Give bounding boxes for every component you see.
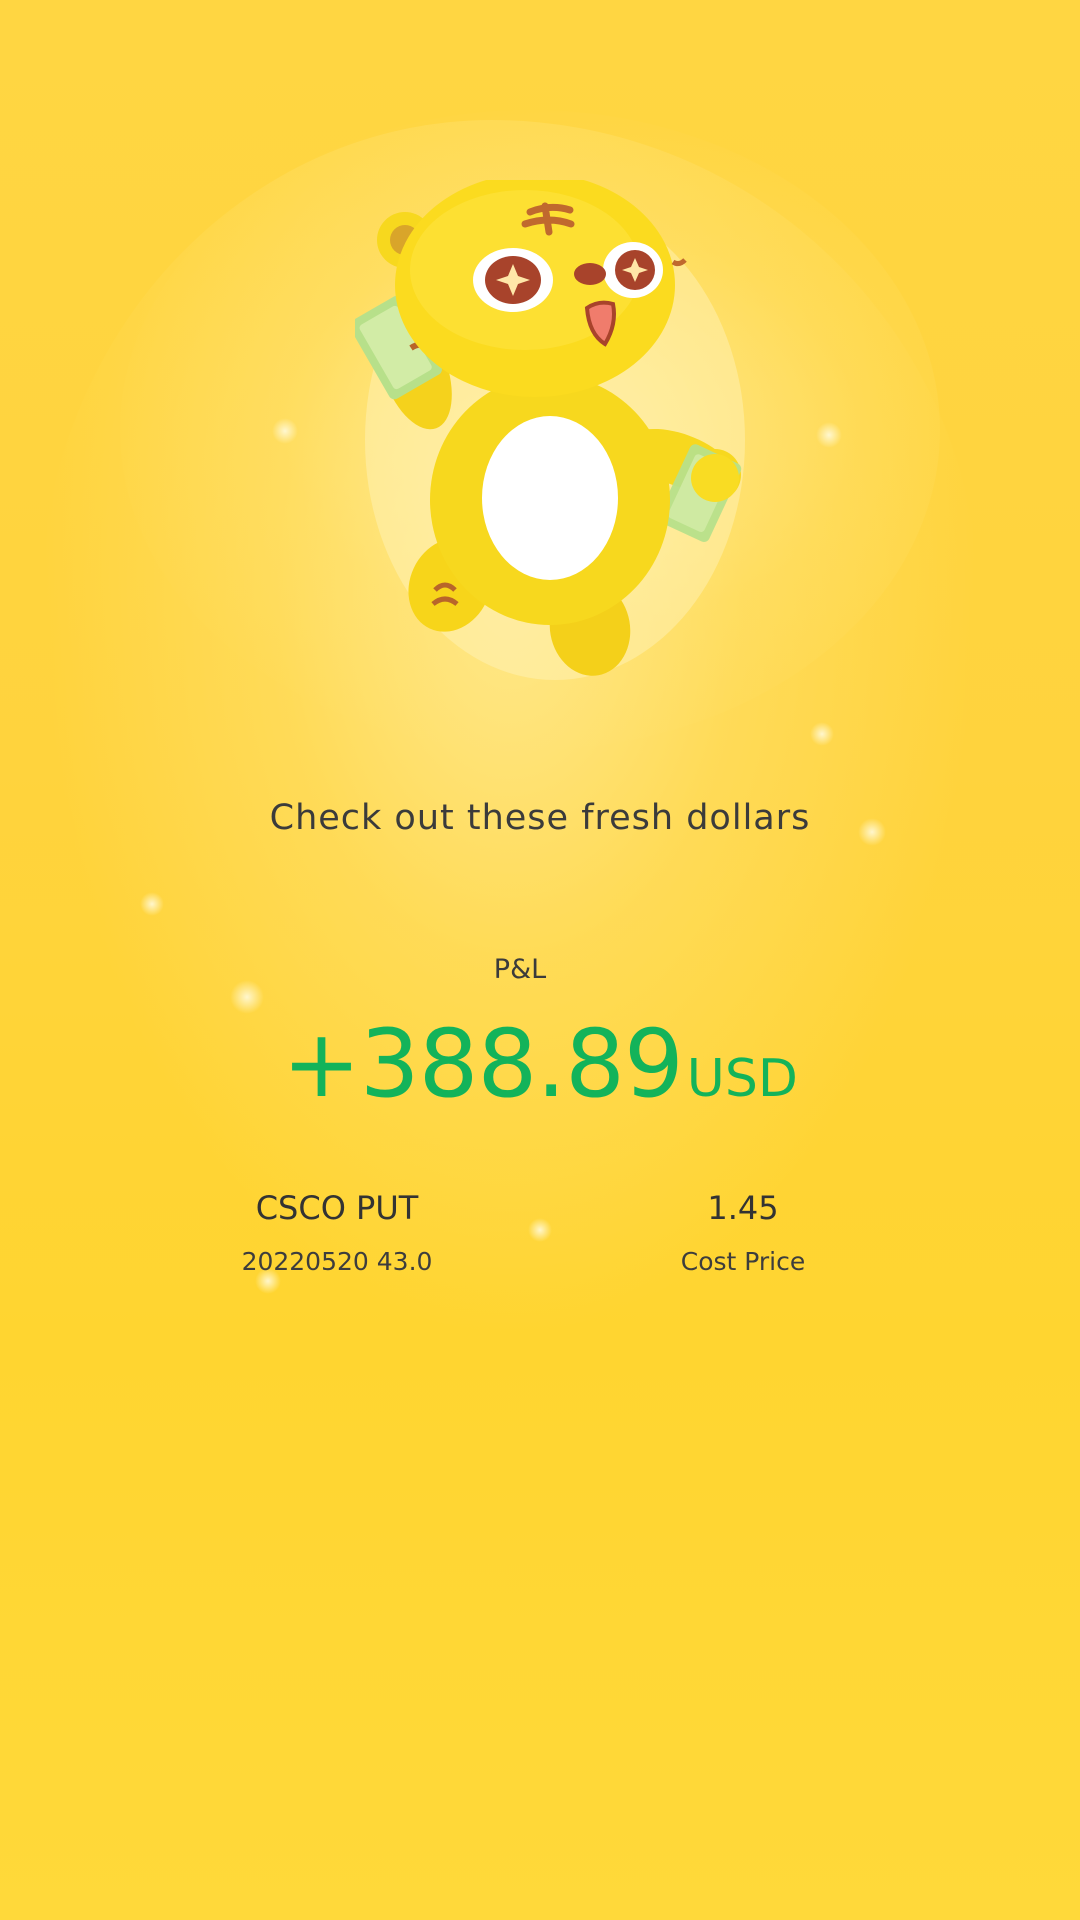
- tiger-mascot-with-cash-icon: [349, 173, 755, 690]
- pnl-label: P&L: [493, 954, 547, 985]
- position-contract: 20220520 43.0: [241, 1247, 433, 1276]
- sparkle: [810, 722, 834, 746]
- cost-price-value: 1.45: [707, 1189, 779, 1227]
- pnl-unit: USD: [686, 1049, 798, 1109]
- pnl-amount: +388.89USD: [0, 1010, 1080, 1119]
- pnl-value: +388.89: [282, 1010, 684, 1119]
- sparkle: [140, 892, 164, 916]
- headline-text: Check out these fresh dollars: [269, 798, 811, 838]
- position-symbol: CSCO PUT: [255, 1189, 419, 1227]
- sparkle: [230, 980, 264, 1014]
- position-info: CSCO PUT 20220520 43.0: [157, 1185, 517, 1276]
- sparkle: [816, 422, 842, 448]
- sparkle: [528, 1218, 552, 1242]
- sparkle: [272, 418, 298, 444]
- cost-info: 1.45 Cost Price: [563, 1185, 923, 1276]
- cost-price-label: Cost Price: [680, 1247, 806, 1276]
